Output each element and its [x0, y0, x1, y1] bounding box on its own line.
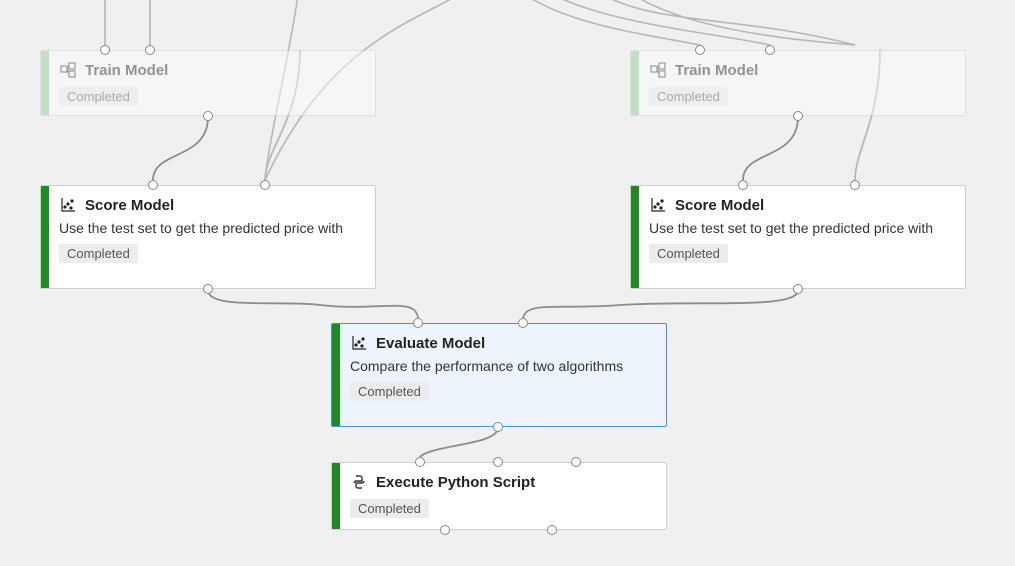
port-in[interactable]: [145, 45, 155, 55]
status-badge: Completed: [350, 499, 429, 518]
node-title: Score Model: [675, 197, 764, 214]
port-in[interactable]: [518, 318, 528, 328]
node-title: Train Model: [675, 62, 758, 79]
node-description: Compare the performance of two algorithm…: [350, 358, 654, 374]
port-out[interactable]: [440, 525, 450, 535]
node-title: Score Model: [85, 197, 174, 214]
node-title: Evaluate Model: [376, 335, 485, 352]
scatter-icon: [649, 196, 667, 214]
node-description: Use the test set to get the predicted pr…: [59, 220, 363, 236]
status-badge: Completed: [649, 87, 728, 106]
node-score-model-right[interactable]: Score Model Use the test set to get the …: [630, 185, 966, 289]
status-accent: [41, 51, 49, 115]
port-in[interactable]: [413, 318, 423, 328]
node-score-model-left[interactable]: Score Model Use the test set to get the …: [40, 185, 376, 289]
node-description: Use the test set to get the predicted pr…: [649, 220, 953, 236]
port-in[interactable]: [850, 180, 860, 190]
port-out[interactable]: [203, 284, 213, 294]
status-badge: Completed: [59, 87, 138, 106]
port-out[interactable]: [793, 111, 803, 121]
scatter-icon: [350, 334, 368, 352]
port-out[interactable]: [547, 525, 557, 535]
status-accent: [631, 51, 639, 115]
status-accent: [41, 186, 49, 288]
port-in[interactable]: [695, 45, 705, 55]
port-out[interactable]: [203, 111, 213, 121]
port-in[interactable]: [571, 457, 581, 467]
model-train-icon: [59, 61, 77, 79]
model-train-icon: [649, 61, 667, 79]
port-in[interactable]: [765, 45, 775, 55]
python-icon: [350, 473, 368, 491]
status-badge: Completed: [649, 244, 728, 263]
status-accent: [332, 324, 340, 426]
port-in[interactable]: [100, 45, 110, 55]
port-in[interactable]: [148, 180, 158, 190]
status-badge: Completed: [350, 382, 429, 401]
node-train-model-left[interactable]: Train Model Completed: [40, 50, 376, 116]
node-train-model-right[interactable]: Train Model Completed: [630, 50, 966, 116]
node-execute-python-script[interactable]: Execute Python Script Completed: [331, 462, 667, 530]
port-in[interactable]: [415, 457, 425, 467]
port-out[interactable]: [493, 422, 503, 432]
port-in[interactable]: [493, 457, 503, 467]
scatter-icon: [59, 196, 77, 214]
node-title: Execute Python Script: [376, 474, 535, 491]
port-in[interactable]: [260, 180, 270, 190]
status-accent: [332, 463, 340, 529]
status-accent: [631, 186, 639, 288]
port-in[interactable]: [738, 180, 748, 190]
port-out[interactable]: [793, 284, 803, 294]
node-evaluate-model[interactable]: Evaluate Model Compare the performance o…: [331, 323, 667, 427]
status-badge: Completed: [59, 244, 138, 263]
node-title: Train Model: [85, 62, 168, 79]
